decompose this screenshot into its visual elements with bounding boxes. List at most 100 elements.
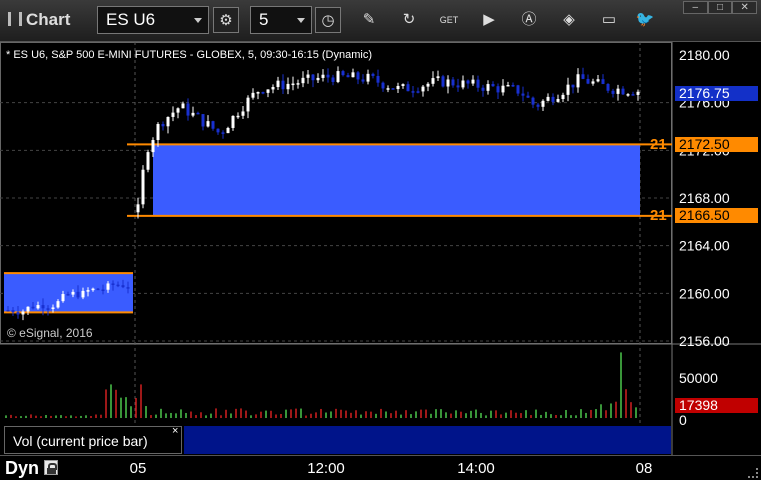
candle-body — [381, 82, 385, 89]
candle-body — [241, 111, 245, 116]
candle-body — [271, 87, 275, 90]
candle-body — [216, 128, 220, 133]
close-icon[interactable]: ✕ — [732, 1, 758, 14]
candle-body — [21, 311, 25, 315]
chat-icon[interactable]: ▭ — [596, 7, 622, 33]
candle-body — [156, 124, 160, 141]
resize-grip-icon[interactable] — [748, 468, 758, 478]
dynamic-mode-label[interactable]: Dyn — [5, 458, 39, 479]
symbol-field[interactable]: ES U6 — [97, 6, 209, 34]
candle-body — [191, 112, 195, 116]
maximize-icon[interactable]: □ — [707, 1, 733, 14]
candle-body — [586, 78, 590, 84]
interval-field[interactable]: 5 — [250, 6, 312, 34]
candle-body — [421, 86, 425, 92]
candle-body — [336, 71, 340, 82]
candle-body — [281, 80, 285, 90]
candle-body — [31, 306, 35, 309]
chart-toolbar: Chart ES U6 ⚙ 5 ◷ ✎ ↻ GET ▶ Ⓐ ◈ ▭ 🐦 – □ … — [0, 0, 761, 42]
candle-body — [566, 84, 570, 95]
candle-body — [431, 78, 435, 84]
candle-body — [351, 72, 355, 78]
candle-body — [496, 86, 500, 93]
candle-body — [41, 305, 45, 309]
candle-body — [141, 169, 145, 205]
candle-body — [16, 312, 20, 315]
candle-body — [51, 307, 55, 309]
tag-icon[interactable]: ◈ — [556, 7, 582, 33]
chart-bars-icon — [8, 12, 22, 26]
chart-title[interactable]: Chart — [8, 10, 70, 30]
candle-body — [316, 77, 320, 81]
refresh-icon[interactable]: ↻ — [396, 7, 422, 33]
close-icon[interactable]: × — [172, 425, 178, 437]
candle-body — [291, 83, 295, 86]
get-icon[interactable]: GET — [436, 7, 462, 33]
clock-icon[interactable]: ◷ — [315, 7, 341, 33]
candle-body — [151, 140, 155, 153]
candle-body — [176, 108, 180, 113]
candle-body — [541, 100, 545, 107]
lock-icon[interactable] — [44, 460, 58, 475]
indicator-label[interactable]: Vol (current price bar) — [4, 426, 182, 454]
candle-body — [56, 301, 60, 308]
gear-icon[interactable]: ⚙ — [213, 7, 239, 33]
pencil-icon[interactable]: ✎ — [356, 7, 382, 33]
candle-body — [266, 89, 270, 93]
candle-body — [371, 73, 375, 76]
candle-body — [521, 93, 525, 96]
candle-body — [311, 74, 315, 81]
candle-body — [526, 95, 530, 98]
candle-body — [436, 76, 440, 79]
time-label: 05 — [129, 460, 147, 477]
candle-body — [186, 103, 190, 116]
chevron-down-icon[interactable] — [297, 18, 305, 23]
candle-body — [471, 79, 475, 84]
zone-bottom-edge-label: 21 — [650, 207, 667, 224]
candle-body — [261, 92, 265, 94]
candle-body — [11, 310, 15, 313]
candle-body — [366, 73, 370, 82]
price-chart[interactable]: 2180.002176.002172.002168.002164.002160.… — [0, 42, 761, 455]
zone-bottom-price-tag: 2166.50 — [675, 208, 758, 223]
candle-body — [476, 79, 480, 88]
minimize-icon[interactable]: – — [683, 1, 708, 14]
candle-body — [506, 84, 510, 87]
interval-value: 5 — [259, 10, 269, 29]
alert-icon[interactable]: Ⓐ — [516, 7, 542, 33]
candle-body — [441, 76, 445, 87]
zone-top-edge-label: 21 — [650, 136, 667, 153]
candle-body — [581, 74, 585, 79]
candle-body — [201, 114, 205, 127]
candle-body — [346, 75, 350, 78]
candle-body — [96, 288, 100, 291]
indicator-bar: Vol (current price bar) × — [4, 425, 671, 454]
candle-body — [451, 79, 455, 86]
candle-body — [626, 94, 630, 96]
candle-body — [196, 112, 200, 115]
candle-body — [126, 287, 130, 289]
candle-body — [621, 88, 625, 95]
volume-axis-50000: 50000 — [679, 370, 718, 386]
chevron-down-icon[interactable] — [194, 18, 202, 23]
candle-body — [481, 87, 485, 91]
candle-body — [341, 71, 345, 76]
candle-body — [246, 97, 250, 112]
candle-body — [111, 283, 115, 285]
time-label: 12:00 — [307, 460, 345, 477]
candle-body — [136, 204, 140, 213]
price-axis-label: 2168.00 — [679, 190, 730, 206]
candle-body — [231, 115, 235, 128]
candle-body — [101, 289, 105, 291]
candle-body — [461, 80, 465, 88]
price-zone — [153, 144, 640, 216]
play-icon[interactable]: ▶ — [476, 7, 502, 33]
chart-status: * ES U6, S&P 500 E-MINI FUTURES - GLOBEX… — [6, 49, 372, 61]
symbol-value: ES U6 — [106, 10, 156, 29]
candle-body — [401, 84, 405, 86]
candle-body — [396, 85, 400, 90]
time-axis-bar: Dyn 05 12:00 14:00 08 — [0, 455, 761, 480]
candle-body — [301, 77, 305, 84]
twitter-icon[interactable]: 🐦 — [632, 7, 658, 33]
chart-title-label: Chart — [26, 10, 71, 29]
